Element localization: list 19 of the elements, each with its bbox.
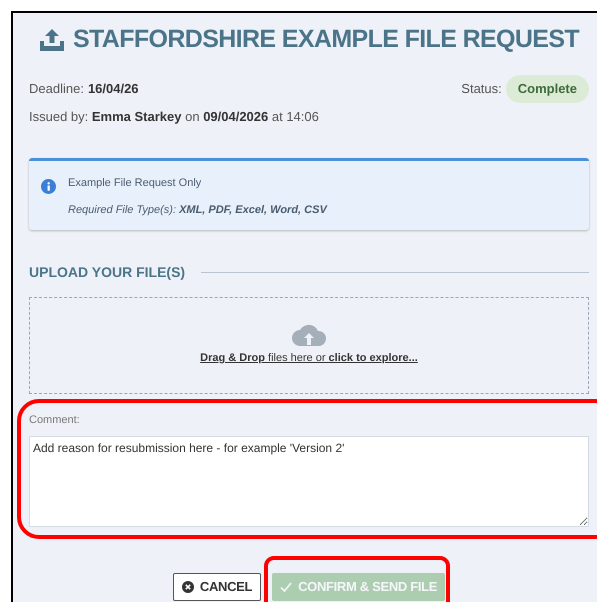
close-icon (182, 580, 194, 592)
issued-text: Issued by: Emma Starkey on 09/04/2026 at 14:06 (29, 108, 320, 126)
info-icon (41, 179, 56, 194)
check-icon (280, 580, 292, 592)
drop-zone[interactable]: Drag & Drop files here or click to explore... (29, 297, 589, 394)
file-types-text: Required File Type(s): XML, PDF, Excel, Word, CSV (68, 202, 327, 218)
upload-icon (38, 29, 65, 51)
cloud-upload-icon (292, 324, 326, 346)
comment-label: Comment: (29, 413, 81, 428)
upload-heading: UPLOAD YOUR FILE(S) (29, 263, 186, 282)
deadline-label: Deadline: (29, 80, 84, 98)
comment-field[interactable]: Add reason for resubmission here - for example 'Version 2' (29, 436, 589, 526)
status-label: Status: (461, 80, 502, 98)
info-title: Example File Request Only (68, 176, 202, 191)
drop-link[interactable]: Drag & Drop files here or click to explore... (200, 350, 418, 367)
page-title: STAFFORDSHIRE EXAMPLE FILE REQUEST (72, 24, 580, 56)
status-badge: Complete (506, 75, 589, 102)
deadline-value: 16/04/26 (88, 80, 139, 98)
cancel-button[interactable]: CANCEL (172, 572, 262, 600)
